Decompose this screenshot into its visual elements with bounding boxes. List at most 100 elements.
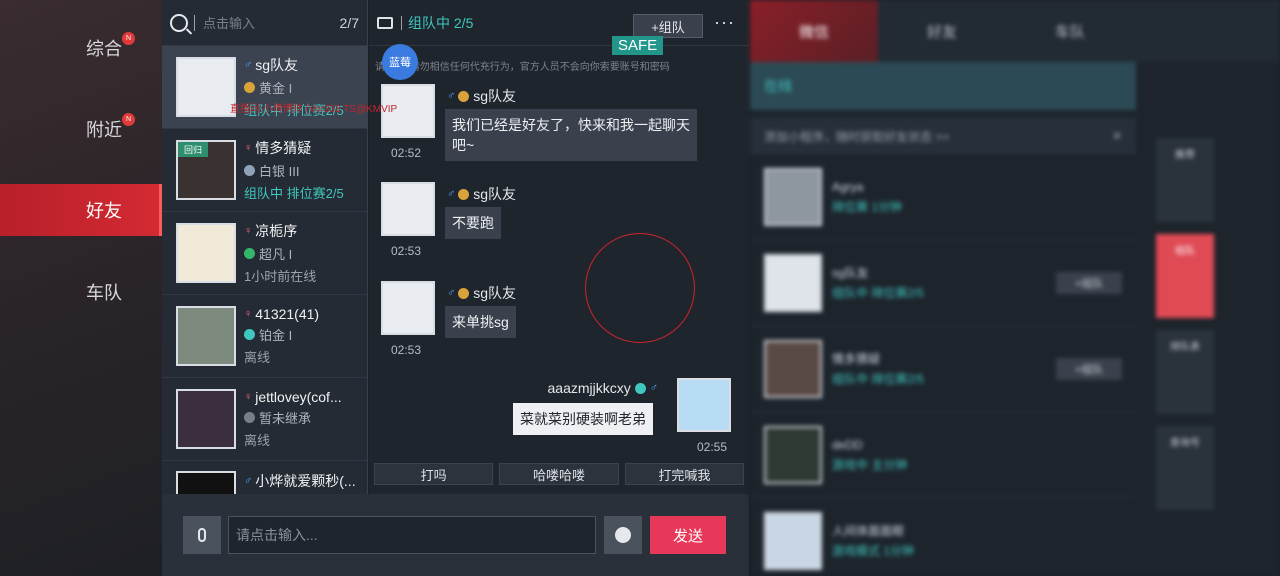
profile-card-icon[interactable] xyxy=(377,16,393,29)
nav-item-nearby[interactable]: 附近 N xyxy=(0,103,162,155)
emoji-button[interactable] xyxy=(604,516,642,554)
nav-item-team[interactable]: 车队 xyxy=(0,266,162,318)
touch-indicator-circle xyxy=(585,233,695,343)
message-bubble: 菜就菜别硬装啊老弟 xyxy=(513,403,653,435)
avatar[interactable] xyxy=(677,378,731,432)
mini-program-tip[interactable]: 添加小程序，随时获取好友状态 >> ✕ xyxy=(750,118,1136,154)
sender-name: sg队友 xyxy=(473,88,517,104)
side-button-lookup[interactable]: 查询号 xyxy=(1156,426,1214,510)
friend-name: 情多猜疑 xyxy=(255,140,312,156)
male-icon: ♂ xyxy=(447,90,456,102)
friend-row[interactable]: sg队友 组队中 排位赛2/5 +组队 xyxy=(750,240,1136,326)
female-icon: ♀ xyxy=(244,142,253,154)
friend-row[interactable]: 人间体面面眼 游戏模式 1分钟 xyxy=(750,498,1136,576)
friend-item[interactable]: 回归 ♀ 情多猜疑 白银 III 组队中 排位赛2/5 xyxy=(162,129,367,212)
tab-team[interactable]: 车队 xyxy=(1006,0,1134,62)
quick-reply-button[interactable]: 打吗 xyxy=(374,463,494,485)
friend-item[interactable]: ♂ sg队友 黄金 I 组队中 排位赛2/5 xyxy=(162,46,367,129)
side-button-team[interactable]: 组队 xyxy=(1156,234,1214,318)
male-icon: ♂ xyxy=(244,59,253,71)
avatar xyxy=(176,223,236,283)
friend-status: 组队中 排位赛2/5 xyxy=(832,371,925,386)
friend-item[interactable]: ♀ 41321(41) 铂金 I 离线 xyxy=(162,295,367,378)
friend-name: deDD xyxy=(832,437,863,452)
search-icon xyxy=(170,13,188,32)
female-icon: ♀ xyxy=(244,225,253,237)
background-friends-panel: 微信 好友 车队 在线 添加小程序，随时获取好友状态 >> ✕ Agrya 排位赛… xyxy=(750,0,1280,576)
avatar xyxy=(176,306,236,366)
friend-list-panel: 点击输入 2/7 ♂ sg队友 黄金 I 组队中 排位赛2/5 回归 ♀ 情多猜疑 … xyxy=(162,0,368,494)
friend-status: 离线 xyxy=(244,350,271,365)
friend-status: 游戏模式 1分钟 xyxy=(832,543,915,558)
sender-name: aaazmjjkkcxy xyxy=(547,380,631,396)
friend-rank: 黄金 I xyxy=(259,81,293,96)
friend-name: 凉栀序 xyxy=(255,223,298,239)
message-text-line: 吧~ xyxy=(452,137,475,153)
safe-badge: SAFE xyxy=(612,36,664,55)
side-button-recommend[interactable]: 推荐 xyxy=(1156,138,1214,222)
side-button-queue[interactable]: 排队表 xyxy=(1156,330,1214,414)
friend-name: 情多猜疑 xyxy=(832,351,881,366)
friend-rank: 超凡 I xyxy=(259,247,293,262)
friend-row[interactable]: 情多猜疑组队中 排位赛2/5 +组队 xyxy=(750,326,1136,412)
quick-reply-button[interactable]: 哈喽哈喽 xyxy=(499,463,619,485)
message-bubble: 我们已经是好友了，快来和我一起聊天 吧~ xyxy=(445,109,697,161)
rank-icon xyxy=(244,329,255,340)
friend-name: 人间体面面眼 xyxy=(832,523,905,538)
rank-icon xyxy=(458,188,470,200)
avatar[interactable] xyxy=(381,182,435,236)
male-icon: ♂ xyxy=(649,382,658,394)
tab-friends[interactable]: 好友 xyxy=(878,0,1006,62)
search-input[interactable]: 点击输入 xyxy=(203,13,340,32)
right-side-buttons: 推荐 组队 排队表 查询号 xyxy=(1156,138,1214,522)
female-icon: ♀ xyxy=(244,308,253,320)
notice-text: 请勿相信任何代充行为，官方人员不会向你索要账号和密码 xyxy=(409,62,670,73)
nav-item-friends[interactable]: 好友 xyxy=(0,184,162,236)
nav-item-label: 好友 xyxy=(86,201,122,221)
friend-search-bar[interactable]: 点击输入 2/7 xyxy=(162,0,367,46)
emoji-icon xyxy=(615,527,631,543)
chat-panel: 组队中 2/5 +组队 ··· SAFE 蓝莓 请 请勿相信任何代充行为，官方人… xyxy=(369,0,749,494)
avatar xyxy=(764,339,822,398)
avatar xyxy=(176,57,236,117)
friend-status: 排位赛 1分钟 xyxy=(832,199,903,214)
male-icon: ♂ xyxy=(447,188,456,200)
quick-reply-button[interactable]: 打完喊我 xyxy=(624,463,744,485)
friend-item[interactable]: ♀ 凉栀序 超凡 I 1小时前在线 xyxy=(162,212,367,295)
friend-rank: 暂未继承 xyxy=(259,411,312,426)
message-text-line: 我们已经是好友了，快来和我一起聊天 xyxy=(452,117,690,133)
lanmei-badge: 蓝莓 xyxy=(382,44,418,80)
game-friend-screen: 综合 N 附近 N 好友 车队 点击输入 2/7 ♂ sg队友 黄金 I 组队中 … xyxy=(0,0,1280,576)
rank-icon xyxy=(244,248,255,259)
team-up-button[interactable]: +组队 xyxy=(633,14,703,38)
safety-notice: 请 请勿相信任何代充行为，官方人员不会向你索要账号和密码 xyxy=(375,58,749,73)
send-button[interactable]: 发送 xyxy=(650,516,726,554)
chat-input-bar: 请点击输入... 发送 xyxy=(162,494,749,576)
divider xyxy=(401,15,402,30)
quick-reply-bar: 打吗 哈喽哈喽 打完喊我 xyxy=(374,463,744,485)
more-icon[interactable]: ··· xyxy=(714,12,735,33)
voice-input-button[interactable] xyxy=(183,516,221,554)
divider xyxy=(194,14,195,31)
friend-row[interactable]: Agrya 排位赛 1分钟 xyxy=(750,154,1136,240)
message-input[interactable]: 请点击输入... xyxy=(228,516,596,554)
message-time: 02:53 xyxy=(391,244,422,258)
friend-name: Agrya xyxy=(832,179,864,194)
team-up-button[interactable]: +组队 xyxy=(1056,271,1122,294)
avatar[interactable] xyxy=(381,281,435,335)
rank-icon xyxy=(244,412,255,423)
chat-title: 组队中 2/5 xyxy=(408,14,474,31)
avatar xyxy=(764,253,822,312)
right-tabs: 微信 好友 车队 xyxy=(750,0,1280,62)
friend-item[interactable]: ♂ 小烨就爱颗秒(... xyxy=(162,461,367,494)
friend-rank: 白银 III xyxy=(259,164,300,179)
team-up-button[interactable]: +组队 xyxy=(1056,357,1122,380)
rank-icon xyxy=(458,90,470,102)
online-filter[interactable]: 在线 xyxy=(750,62,1136,110)
close-icon[interactable]: ✕ xyxy=(1112,129,1122,143)
nav-item-overall[interactable]: 综合 N xyxy=(0,22,162,74)
avatar xyxy=(764,425,822,484)
friend-item[interactable]: ♀ jettlovey(cof... 暂未继承 离线 xyxy=(162,378,367,461)
friend-row[interactable]: deDD 游戏中 主分钟 xyxy=(750,412,1136,498)
tab-wechat[interactable]: 微信 xyxy=(750,0,878,62)
